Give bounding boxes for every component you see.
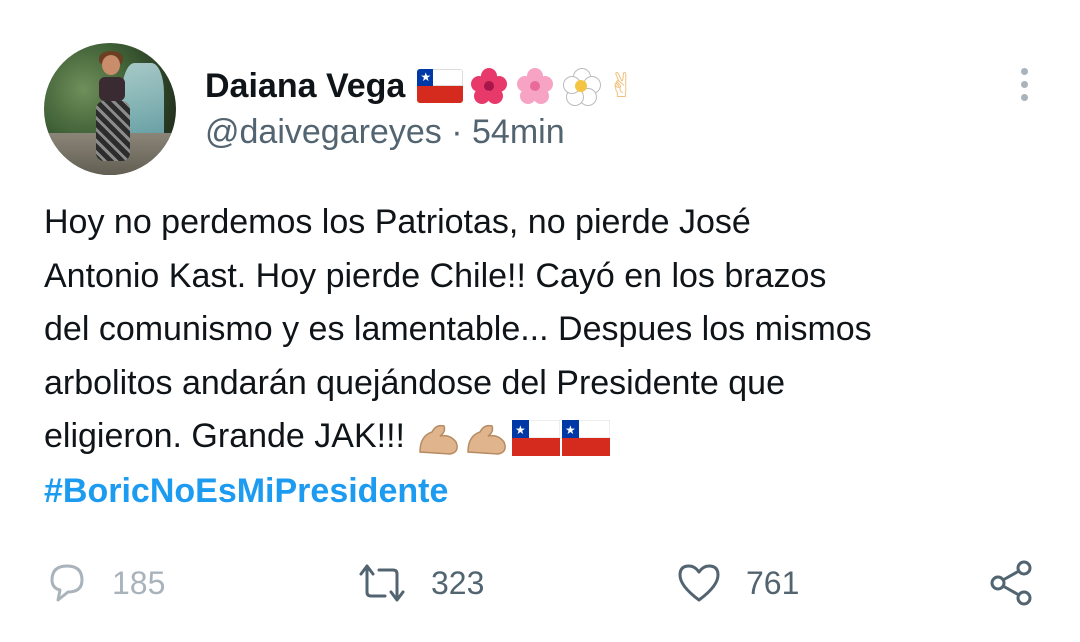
blossom-icon xyxy=(561,66,602,106)
timestamp[interactable]: 54min xyxy=(472,113,565,151)
chile-flag-icon: ★ xyxy=(417,69,464,103)
tweet-actions: 185 323 761 xyxy=(0,555,1080,615)
heart-icon xyxy=(678,564,720,602)
reply-count: 185 xyxy=(112,564,166,601)
tweet-text-line-last: eligieron. Grande JAK!!! ★ ★ xyxy=(44,410,1044,464)
svg-text:★: ★ xyxy=(515,423,526,437)
tweet-text-line: Antonio Kast. Hoy pierde Chile!! Cayó en… xyxy=(44,256,827,295)
chile-flag-icon: ★ xyxy=(562,420,611,457)
share-button[interactable] xyxy=(988,555,1038,611)
handle-row: @daivegareyes · 54min xyxy=(205,113,565,152)
more-vertical-icon[interactable] xyxy=(1015,68,1033,108)
hibiscus-icon xyxy=(469,66,509,106)
reply-button[interactable]: 185 xyxy=(44,555,165,611)
reply-icon xyxy=(50,564,84,602)
author-name-row[interactable]: Daiana Vega ★ ✌ xyxy=(205,66,636,106)
like-count: 761 xyxy=(746,564,800,601)
separator: · xyxy=(451,113,463,151)
cherry-blossom-icon xyxy=(515,66,555,106)
retweet-button[interactable]: 323 xyxy=(355,555,484,611)
tweet-text-line: Hoy no perdemos los Patriotas, no pierde… xyxy=(44,203,751,241)
chile-flag-icon: ★ xyxy=(512,420,561,457)
tweet-text-line: del comunismo y es lamentable... Despues… xyxy=(44,310,872,348)
retweet-icon xyxy=(359,564,405,602)
like-button[interactable]: 761 xyxy=(674,555,799,611)
victory-hand-icon: ✌ xyxy=(607,66,636,106)
tweet-text-line: arbolitos andarán quejándose del Preside… xyxy=(44,363,785,402)
share-icon xyxy=(990,560,1032,606)
avatar[interactable] xyxy=(44,43,176,175)
handle[interactable]: @daivegareyes xyxy=(205,113,442,151)
flexed-biceps-icon xyxy=(467,424,507,455)
retweet-count: 323 xyxy=(431,564,485,601)
tweet-text: Hoy no perdemos los Patriotas, no pierde… xyxy=(44,196,1044,464)
flexed-biceps-icon xyxy=(419,424,459,455)
display-name[interactable]: Daiana Vega xyxy=(205,67,405,106)
hashtag-link[interactable]: #BoricNoEsMiPresidente xyxy=(44,472,448,511)
svg-text:★: ★ xyxy=(565,423,576,437)
